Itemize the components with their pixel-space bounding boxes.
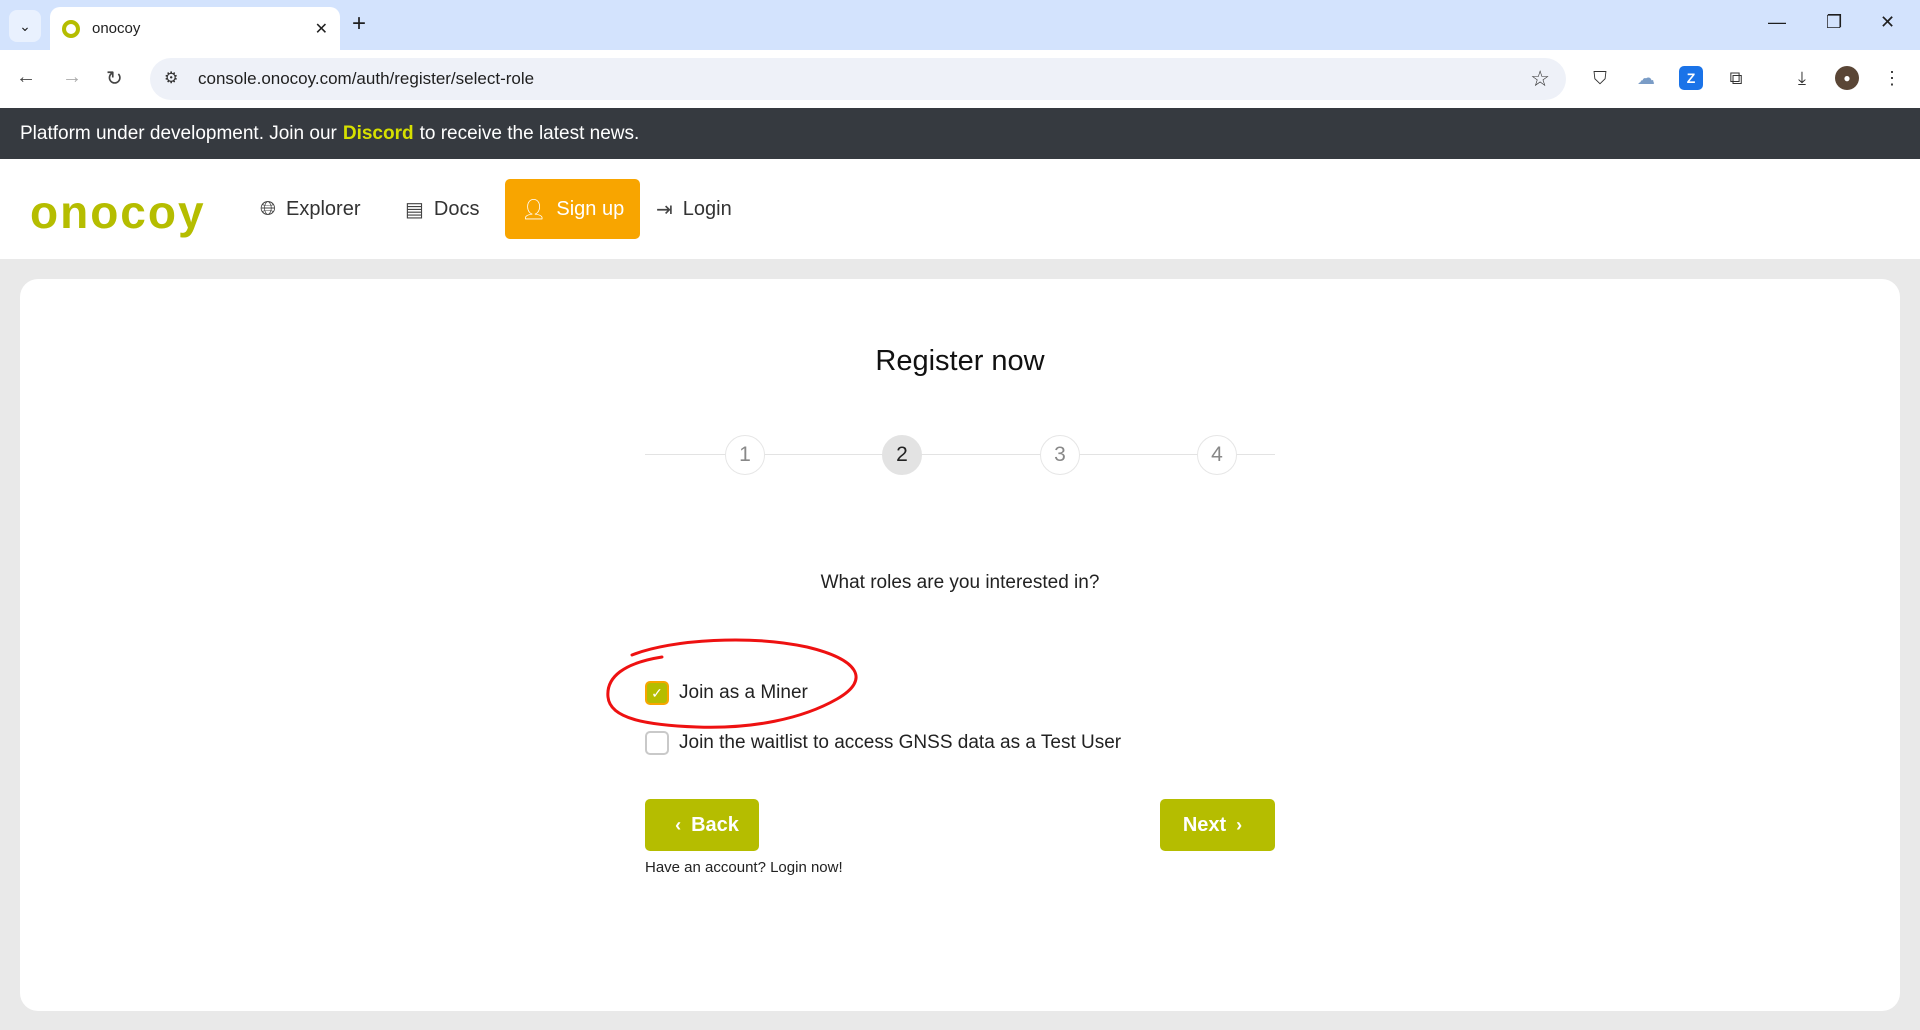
restore-icon[interactable]: ❐ xyxy=(1826,12,1842,33)
nav-explorer-label: Explorer xyxy=(286,197,361,220)
discord-link[interactable]: Discord xyxy=(343,123,414,145)
reload-icon[interactable]: ↻ xyxy=(106,66,123,91)
page-title: Register now xyxy=(875,345,1045,377)
banner-text-suffix: to receive the latest news. xyxy=(419,122,640,144)
document-icon: ▤ xyxy=(405,198,424,221)
chevron-down-icon: ⌄ xyxy=(19,17,31,34)
nav-docs-label: Docs xyxy=(433,197,480,220)
onocoy-favicon-icon xyxy=(62,19,80,38)
url-text: console.onocoy.com/auth/register/select-… xyxy=(198,69,535,88)
nav-docs[interactable]: ▤ Docs xyxy=(405,179,479,239)
browser-tab[interactable]: onocoy ✕ xyxy=(50,7,340,50)
back-button-label: Back xyxy=(691,813,739,836)
site-header: onocoy 🌐︎ Explorer ▤ Docs 👤︎ Sign up ⇥ L… xyxy=(0,159,1920,259)
back-arrow-icon[interactable]: ← xyxy=(16,66,36,89)
address-bar[interactable]: ⚙ console.onocoy.com/auth/register/selec… xyxy=(150,58,1566,100)
login-arrow-icon: ⇥ xyxy=(656,198,673,221)
bookmark-star-icon[interactable]: ☆ xyxy=(1530,66,1550,92)
new-tab-plus-icon[interactable]: + xyxy=(352,12,366,36)
chevron-right-icon: › xyxy=(1236,814,1243,835)
next-button[interactable]: Next › xyxy=(1160,799,1275,851)
window-close-icon[interactable]: ✕ xyxy=(1880,12,1895,33)
nav-login[interactable]: ⇥ Login xyxy=(656,179,732,239)
step-1: 1 xyxy=(725,435,765,475)
tab-title: onocoy xyxy=(92,20,141,37)
step-4: 4 xyxy=(1197,435,1237,475)
shield-extension-icon[interactable]: ⛉ xyxy=(1588,66,1612,90)
back-button[interactable]: ‹ Back xyxy=(645,799,759,851)
extensions-puzzle-icon[interactable]: ⧉ xyxy=(1724,66,1748,90)
cloud-extension-icon[interactable]: ☁ xyxy=(1634,66,1658,90)
option-test-user[interactable]: Join the waitlist to access GNSS data as… xyxy=(645,731,1121,755)
user-add-icon: 👤︎ xyxy=(521,198,547,221)
step-2-active: 2 xyxy=(882,435,922,475)
minimize-icon[interactable]: — xyxy=(1768,12,1786,33)
step-3: 3 xyxy=(1040,435,1080,475)
browser-tab-bar: ⌄ onocoy ✕ + — ❐ ✕ xyxy=(0,0,1920,50)
close-icon[interactable]: ✕ xyxy=(315,19,328,39)
onocoy-logo[interactable]: onocoy xyxy=(30,189,206,235)
test-user-checkbox[interactable] xyxy=(645,731,669,755)
nav-signup-button[interactable]: 👤︎ Sign up xyxy=(505,179,641,239)
role-question: What roles are you interested in? xyxy=(820,572,1100,593)
z-extension-icon[interactable]: Z xyxy=(1679,66,1703,90)
profile-avatar[interactable]: ● xyxy=(1835,66,1859,90)
globe-icon: 🌐︎ xyxy=(260,197,276,220)
banner-text-prefix: Platform under development. Join our xyxy=(20,122,337,144)
tab-search-button[interactable]: ⌄ xyxy=(9,10,41,42)
step-indicator: 1 2 3 4 xyxy=(645,435,1275,475)
development-banner: Platform under development. Join our Dis… xyxy=(0,108,1920,159)
chevron-left-icon: ‹ xyxy=(675,814,682,835)
nav-login-label: Login xyxy=(682,197,732,220)
red-circle-annotation xyxy=(606,638,858,729)
next-button-label: Next xyxy=(1182,813,1227,836)
option-test-user-label: Join the waitlist to access GNSS data as… xyxy=(679,732,1122,753)
register-card: Register now 1 2 3 4 What roles are you … xyxy=(20,279,1900,1011)
download-icon[interactable]: ⤓ xyxy=(1790,66,1814,90)
site-info-icon[interactable]: ⚙ xyxy=(164,68,178,88)
nav-explorer[interactable]: 🌐︎ Explorer xyxy=(260,179,360,239)
forward-arrow-icon[interactable]: → xyxy=(62,66,82,89)
nav-signup-label: Sign up xyxy=(556,197,625,220)
more-menu-icon[interactable]: ⋮ xyxy=(1880,66,1904,90)
login-now-link[interactable]: Have an account? Login now! xyxy=(645,859,843,876)
